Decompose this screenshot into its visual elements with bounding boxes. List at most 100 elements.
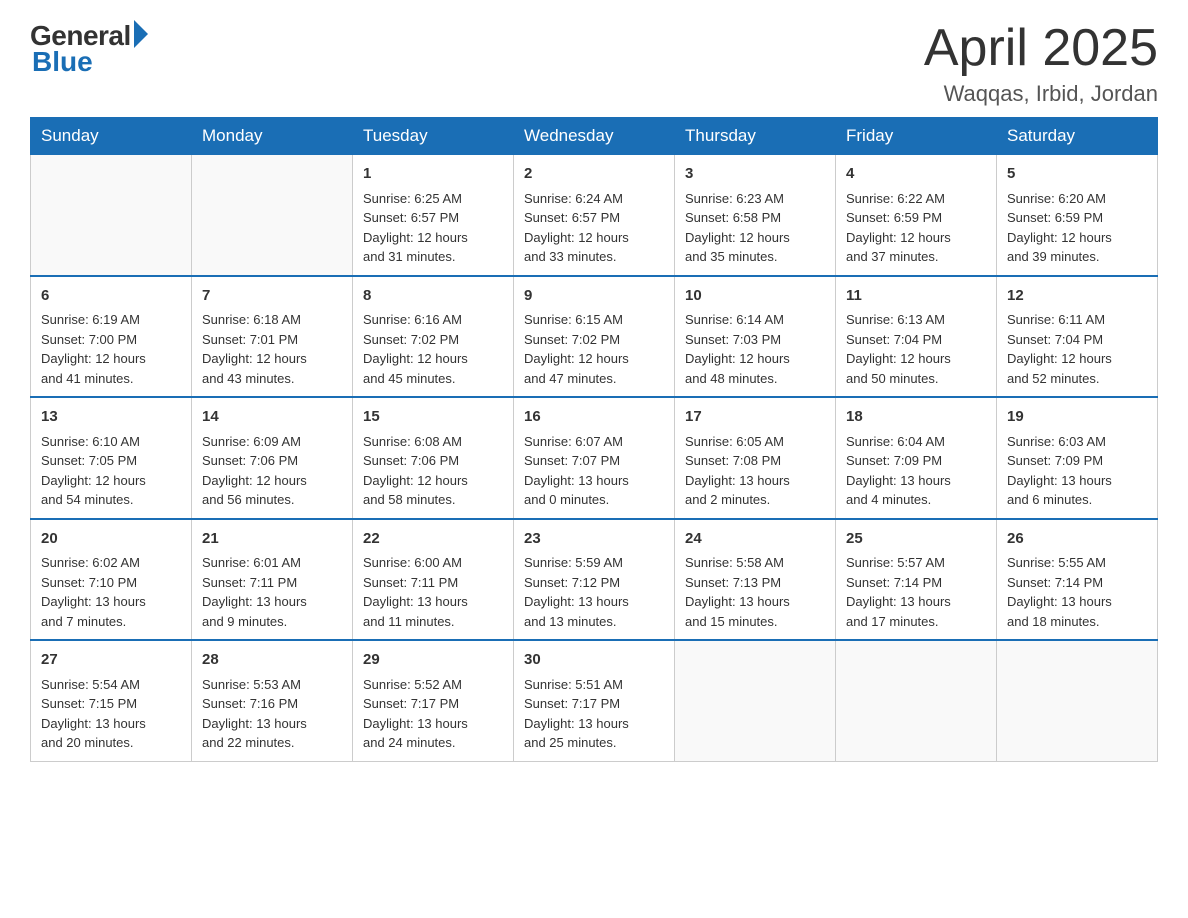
- day-info: Sunset: 7:02 PM: [524, 330, 664, 350]
- day-info: and 31 minutes.: [363, 247, 503, 267]
- calendar-table: SundayMondayTuesdayWednesdayThursdayFrid…: [30, 117, 1158, 762]
- calendar-cell: 12Sunrise: 6:11 AMSunset: 7:04 PMDayligh…: [997, 276, 1158, 398]
- day-info: and 7 minutes.: [41, 612, 181, 632]
- day-header-friday: Friday: [836, 118, 997, 155]
- day-info: Sunrise: 6:04 AM: [846, 432, 986, 452]
- day-info: Sunrise: 6:09 AM: [202, 432, 342, 452]
- day-info: Sunrise: 6:00 AM: [363, 553, 503, 573]
- day-info: Sunset: 7:13 PM: [685, 573, 825, 593]
- day-info: Sunrise: 6:03 AM: [1007, 432, 1147, 452]
- day-info: Daylight: 12 hours: [202, 349, 342, 369]
- calendar-cell: 28Sunrise: 5:53 AMSunset: 7:16 PMDayligh…: [192, 640, 353, 761]
- day-info: Sunset: 7:12 PM: [524, 573, 664, 593]
- day-info: Sunset: 7:02 PM: [363, 330, 503, 350]
- day-info: Sunrise: 6:10 AM: [41, 432, 181, 452]
- day-info: Daylight: 12 hours: [363, 471, 503, 491]
- day-info: Sunset: 6:59 PM: [1007, 208, 1147, 228]
- calendar-cell: [192, 155, 353, 276]
- day-number: 10: [685, 285, 825, 308]
- day-info: Sunset: 7:15 PM: [41, 694, 181, 714]
- day-header-wednesday: Wednesday: [514, 118, 675, 155]
- day-header-tuesday: Tuesday: [353, 118, 514, 155]
- day-info: and 33 minutes.: [524, 247, 664, 267]
- calendar-week-row: 27Sunrise: 5:54 AMSunset: 7:15 PMDayligh…: [31, 640, 1158, 761]
- day-info: Daylight: 13 hours: [524, 714, 664, 734]
- calendar-cell: [675, 640, 836, 761]
- calendar-cell: 16Sunrise: 6:07 AMSunset: 7:07 PMDayligh…: [514, 397, 675, 519]
- day-info: Daylight: 13 hours: [1007, 592, 1147, 612]
- calendar-week-row: 6Sunrise: 6:19 AMSunset: 7:00 PM Daylight…: [31, 276, 1158, 398]
- calendar-cell: 26Sunrise: 5:55 AMSunset: 7:14 PMDayligh…: [997, 519, 1158, 641]
- day-number: 14: [202, 406, 342, 429]
- calendar-cell: [836, 640, 997, 761]
- day-info: Sunset: 7:17 PM: [524, 694, 664, 714]
- day-info: and 9 minutes.: [202, 612, 342, 632]
- day-info: Sunrise: 5:57 AM: [846, 553, 986, 573]
- day-info: Sunrise: 5:52 AM: [363, 675, 503, 695]
- day-info: Daylight: 13 hours: [202, 592, 342, 612]
- day-info: Sunset: 7:00 PM: [41, 330, 181, 350]
- day-info: Sunset: 7:06 PM: [363, 451, 503, 471]
- day-info: Sunrise: 6:22 AM: [846, 189, 986, 209]
- logo: General Blue: [30, 20, 148, 78]
- day-info: Daylight: 13 hours: [363, 714, 503, 734]
- day-number: 15: [363, 406, 503, 429]
- day-info: Daylight: 12 hours: [685, 228, 825, 248]
- day-info: and 52 minutes.: [1007, 369, 1147, 389]
- day-info: Sunset: 7:06 PM: [202, 451, 342, 471]
- day-header-sunday: Sunday: [31, 118, 192, 155]
- day-info: Sunset: 7:09 PM: [1007, 451, 1147, 471]
- day-info: and 58 minutes.: [363, 490, 503, 510]
- calendar-cell: 1Sunrise: 6:25 AMSunset: 6:57 PMDaylight…: [353, 155, 514, 276]
- calendar-cell: 8Sunrise: 6:16 AMSunset: 7:02 PMDaylight…: [353, 276, 514, 398]
- day-info: and 13 minutes.: [524, 612, 664, 632]
- day-info: Sunset: 7:04 PM: [846, 330, 986, 350]
- day-info: Daylight: 12 hours: [1007, 228, 1147, 248]
- calendar-cell: 7Sunrise: 6:18 AMSunset: 7:01 PMDaylight…: [192, 276, 353, 398]
- calendar-cell: 29Sunrise: 5:52 AMSunset: 7:17 PMDayligh…: [353, 640, 514, 761]
- day-info: Sunset: 7:11 PM: [202, 573, 342, 593]
- day-info: Daylight: 13 hours: [524, 471, 664, 491]
- calendar-week-row: 13Sunrise: 6:10 AMSunset: 7:05 PMDayligh…: [31, 397, 1158, 519]
- day-number: 11: [846, 285, 986, 308]
- day-number: 21: [202, 528, 342, 551]
- calendar-cell: 15Sunrise: 6:08 AMSunset: 7:06 PMDayligh…: [353, 397, 514, 519]
- day-info: Sunset: 7:04 PM: [1007, 330, 1147, 350]
- day-number: 18: [846, 406, 986, 429]
- calendar-cell: 24Sunrise: 5:58 AMSunset: 7:13 PMDayligh…: [675, 519, 836, 641]
- day-info: Sunset: 7:10 PM: [41, 573, 181, 593]
- day-number: 7: [202, 285, 342, 308]
- day-info: and 48 minutes.: [685, 369, 825, 389]
- day-info: Daylight: 13 hours: [1007, 471, 1147, 491]
- day-info: Sunset: 7:11 PM: [363, 573, 503, 593]
- day-info: Sunset: 7:01 PM: [202, 330, 342, 350]
- day-info: Sunrise: 5:59 AM: [524, 553, 664, 573]
- page-header: General Blue April 2025 Waqqas, Irbid, J…: [30, 20, 1158, 107]
- day-number: 6: [41, 285, 181, 308]
- title-block: April 2025 Waqqas, Irbid, Jordan: [924, 20, 1158, 107]
- day-info: Sunset: 7:17 PM: [363, 694, 503, 714]
- day-info: and 41 minutes.: [41, 369, 181, 389]
- calendar-header-row: SundayMondayTuesdayWednesdayThursdayFrid…: [31, 118, 1158, 155]
- day-info: Sunrise: 6:25 AM: [363, 189, 503, 209]
- calendar-cell: 27Sunrise: 5:54 AMSunset: 7:15 PMDayligh…: [31, 640, 192, 761]
- day-info: Daylight: 12 hours: [202, 471, 342, 491]
- day-header-saturday: Saturday: [997, 118, 1158, 155]
- calendar-cell: 20Sunrise: 6:02 AMSunset: 7:10 PMDayligh…: [31, 519, 192, 641]
- day-info: and 25 minutes.: [524, 733, 664, 753]
- day-info: Sunset: 7:05 PM: [41, 451, 181, 471]
- day-info: Sunset: 7:16 PM: [202, 694, 342, 714]
- day-number: 20: [41, 528, 181, 551]
- day-info: Sunset: 6:57 PM: [524, 208, 664, 228]
- calendar-cell: 5Sunrise: 6:20 AMSunset: 6:59 PMDaylight…: [997, 155, 1158, 276]
- day-info: and 24 minutes.: [363, 733, 503, 753]
- day-info: and 4 minutes.: [846, 490, 986, 510]
- day-info: Sunrise: 5:51 AM: [524, 675, 664, 695]
- calendar-cell: [997, 640, 1158, 761]
- day-info: Daylight: 12 hours: [363, 349, 503, 369]
- day-info: Daylight: 12 hours: [363, 228, 503, 248]
- day-info: Sunrise: 6:23 AM: [685, 189, 825, 209]
- logo-arrow-icon: [134, 20, 148, 48]
- day-info: Sunrise: 6:19 AM: [41, 310, 181, 330]
- day-info: Daylight: 13 hours: [846, 471, 986, 491]
